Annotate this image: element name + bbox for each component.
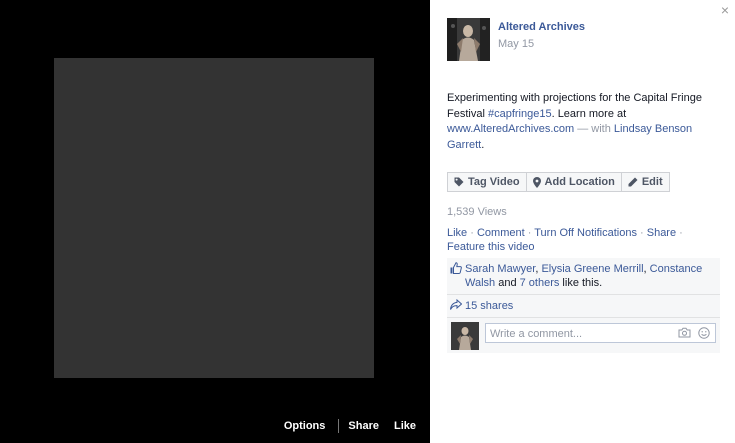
- post-actions-row: Tag Video Add Location Edit: [447, 172, 670, 192]
- like-link[interactable]: Like: [447, 227, 467, 239]
- share-button[interactable]: Share: [348, 420, 379, 432]
- controls-divider: [338, 419, 340, 433]
- location-pin-icon: [532, 176, 541, 188]
- link-separator: ·: [467, 227, 477, 239]
- tag-video-button[interactable]: Tag Video: [447, 172, 527, 192]
- comment-composer: [447, 317, 720, 353]
- video-player[interactable]: [54, 58, 374, 378]
- like-this-text: like this.: [559, 277, 603, 289]
- shares-link[interactable]: 15 shares: [465, 300, 513, 312]
- user-avatar: [451, 322, 479, 350]
- like-button[interactable]: Like: [394, 420, 416, 432]
- page-avatar[interactable]: [447, 18, 490, 61]
- turn-off-notifications-link[interactable]: Turn Off Notifications: [534, 227, 637, 239]
- post-details-panel: × Altered Archives May 15 Experimenting …: [430, 0, 735, 443]
- shares-row: 15 shares: [447, 294, 720, 317]
- comment-link[interactable]: Comment: [477, 227, 525, 239]
- liker-link[interactable]: Sarah Mawyer: [465, 263, 535, 275]
- emoji-icon[interactable]: [698, 327, 710, 339]
- link-separator: ·: [676, 227, 683, 239]
- post-date[interactable]: May 15: [498, 38, 534, 50]
- thumbs-up-icon: [450, 262, 462, 274]
- and-text: and: [495, 277, 520, 289]
- page-name-link[interactable]: Altered Archives: [498, 21, 585, 33]
- link-separator: ·: [524, 227, 535, 239]
- tag-video-label: Tag Video: [468, 176, 520, 188]
- tag-icon: [454, 177, 464, 187]
- ufi-links-row: Like · Comment · Turn Off Notifications …: [447, 226, 719, 254]
- close-icon[interactable]: ×: [721, 2, 729, 18]
- video-controls-bar: Options Share Like: [284, 419, 416, 433]
- caption-text: . Learn more at: [551, 107, 627, 120]
- add-location-button[interactable]: Add Location: [525, 172, 622, 192]
- feature-video-link[interactable]: Feature this video: [447, 241, 534, 253]
- others-link[interactable]: 7 others: [520, 277, 560, 289]
- likes-sentence: Sarah Mawyer, Elysia Greene Merrill, Con…: [447, 258, 720, 294]
- ufi-box: Sarah Mawyer, Elysia Greene Merrill, Con…: [447, 258, 720, 353]
- caption-end: .: [481, 138, 485, 151]
- liker-link[interactable]: Elysia Greene Merrill: [541, 263, 643, 275]
- camera-icon[interactable]: [678, 327, 691, 338]
- edit-button[interactable]: Edit: [620, 172, 670, 192]
- share-arrow-icon: [450, 299, 462, 310]
- add-location-label: Add Location: [544, 176, 615, 188]
- options-button[interactable]: Options: [284, 420, 326, 432]
- hashtag-link[interactable]: #capfringe15: [488, 108, 552, 120]
- link-separator: ·: [636, 227, 647, 239]
- share-link[interactable]: Share: [647, 227, 676, 239]
- view-count: 1,539 Views: [447, 206, 507, 218]
- edit-label: Edit: [641, 176, 663, 188]
- with-text: — with: [574, 123, 614, 135]
- video-theater: Options Share Like: [0, 0, 430, 443]
- post-caption: Experimenting with projections for the C…: [447, 91, 722, 153]
- pencil-icon: [628, 177, 638, 187]
- website-link[interactable]: www.AlteredArchives.com: [447, 123, 574, 135]
